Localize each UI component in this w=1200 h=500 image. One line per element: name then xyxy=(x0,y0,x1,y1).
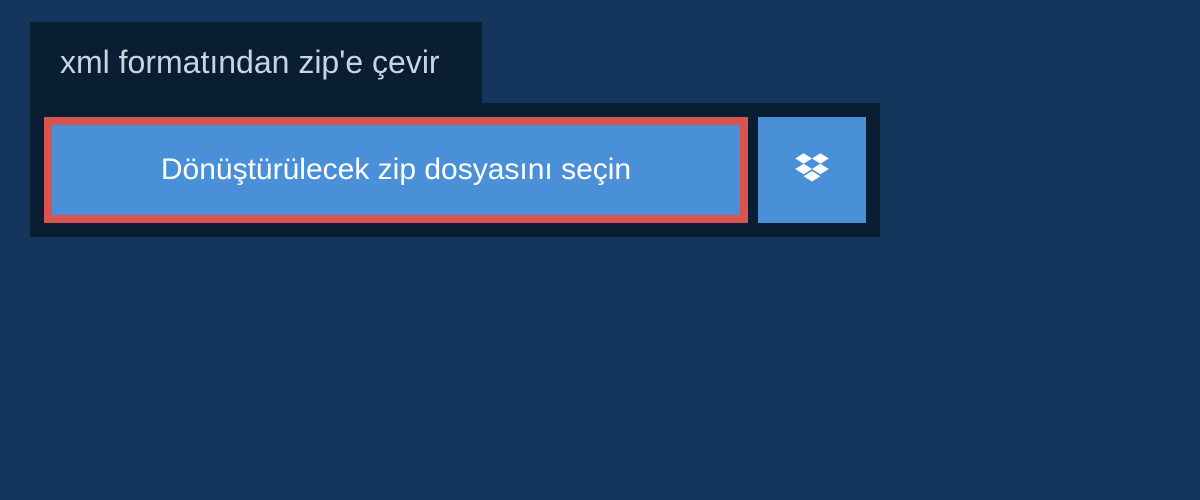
tab-header: xml formatından zip'e çevir xyxy=(30,22,482,103)
dropbox-button[interactable] xyxy=(758,117,866,223)
select-file-button[interactable]: Dönüştürülecek zip dosyasını seçin xyxy=(44,117,748,223)
content-wrapper: xml formatından zip'e çevir Dönüştürülec… xyxy=(0,0,1200,237)
upload-panel: Dönüştürülecek zip dosyasını seçin xyxy=(30,103,880,237)
page-title: xml formatından zip'e çevir xyxy=(60,44,440,80)
select-file-button-label: Dönüştürülecek zip dosyasını seçin xyxy=(161,153,631,186)
dropbox-icon xyxy=(791,149,833,191)
